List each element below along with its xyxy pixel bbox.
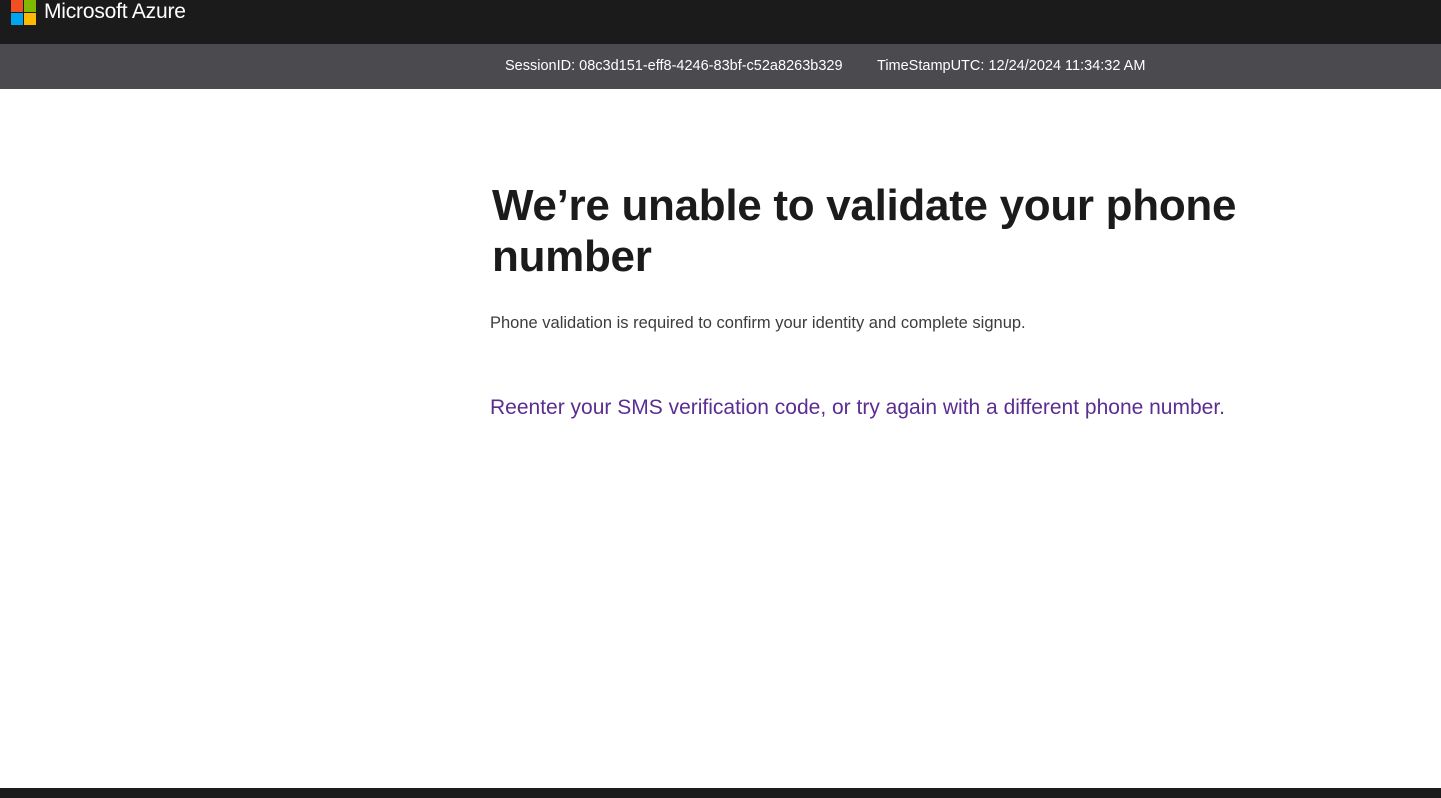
footer-bar	[0, 788, 1441, 798]
page-title: We’re unable to validate your phone numb…	[492, 181, 1237, 281]
description-text: Phone validation is required to confirm …	[490, 314, 1026, 332]
reenter-code-link[interactable]: Reenter your SMS verification code, or t…	[490, 396, 1225, 420]
top-navigation-bar: Microsoft Azure	[0, 0, 1441, 44]
brand-name[interactable]: Microsoft Azure	[44, 0, 186, 24]
timestamp-utc: TimeStampUTC: 12/24/2024 11:34:32 AM	[877, 58, 1146, 74]
session-info-bar: SessionID: 08c3d151-eff8-4246-83bf-c52a8…	[0, 44, 1441, 89]
microsoft-logo-icon	[11, 0, 37, 25]
session-id: SessionID: 08c3d151-eff8-4246-83bf-c52a8…	[505, 58, 843, 74]
